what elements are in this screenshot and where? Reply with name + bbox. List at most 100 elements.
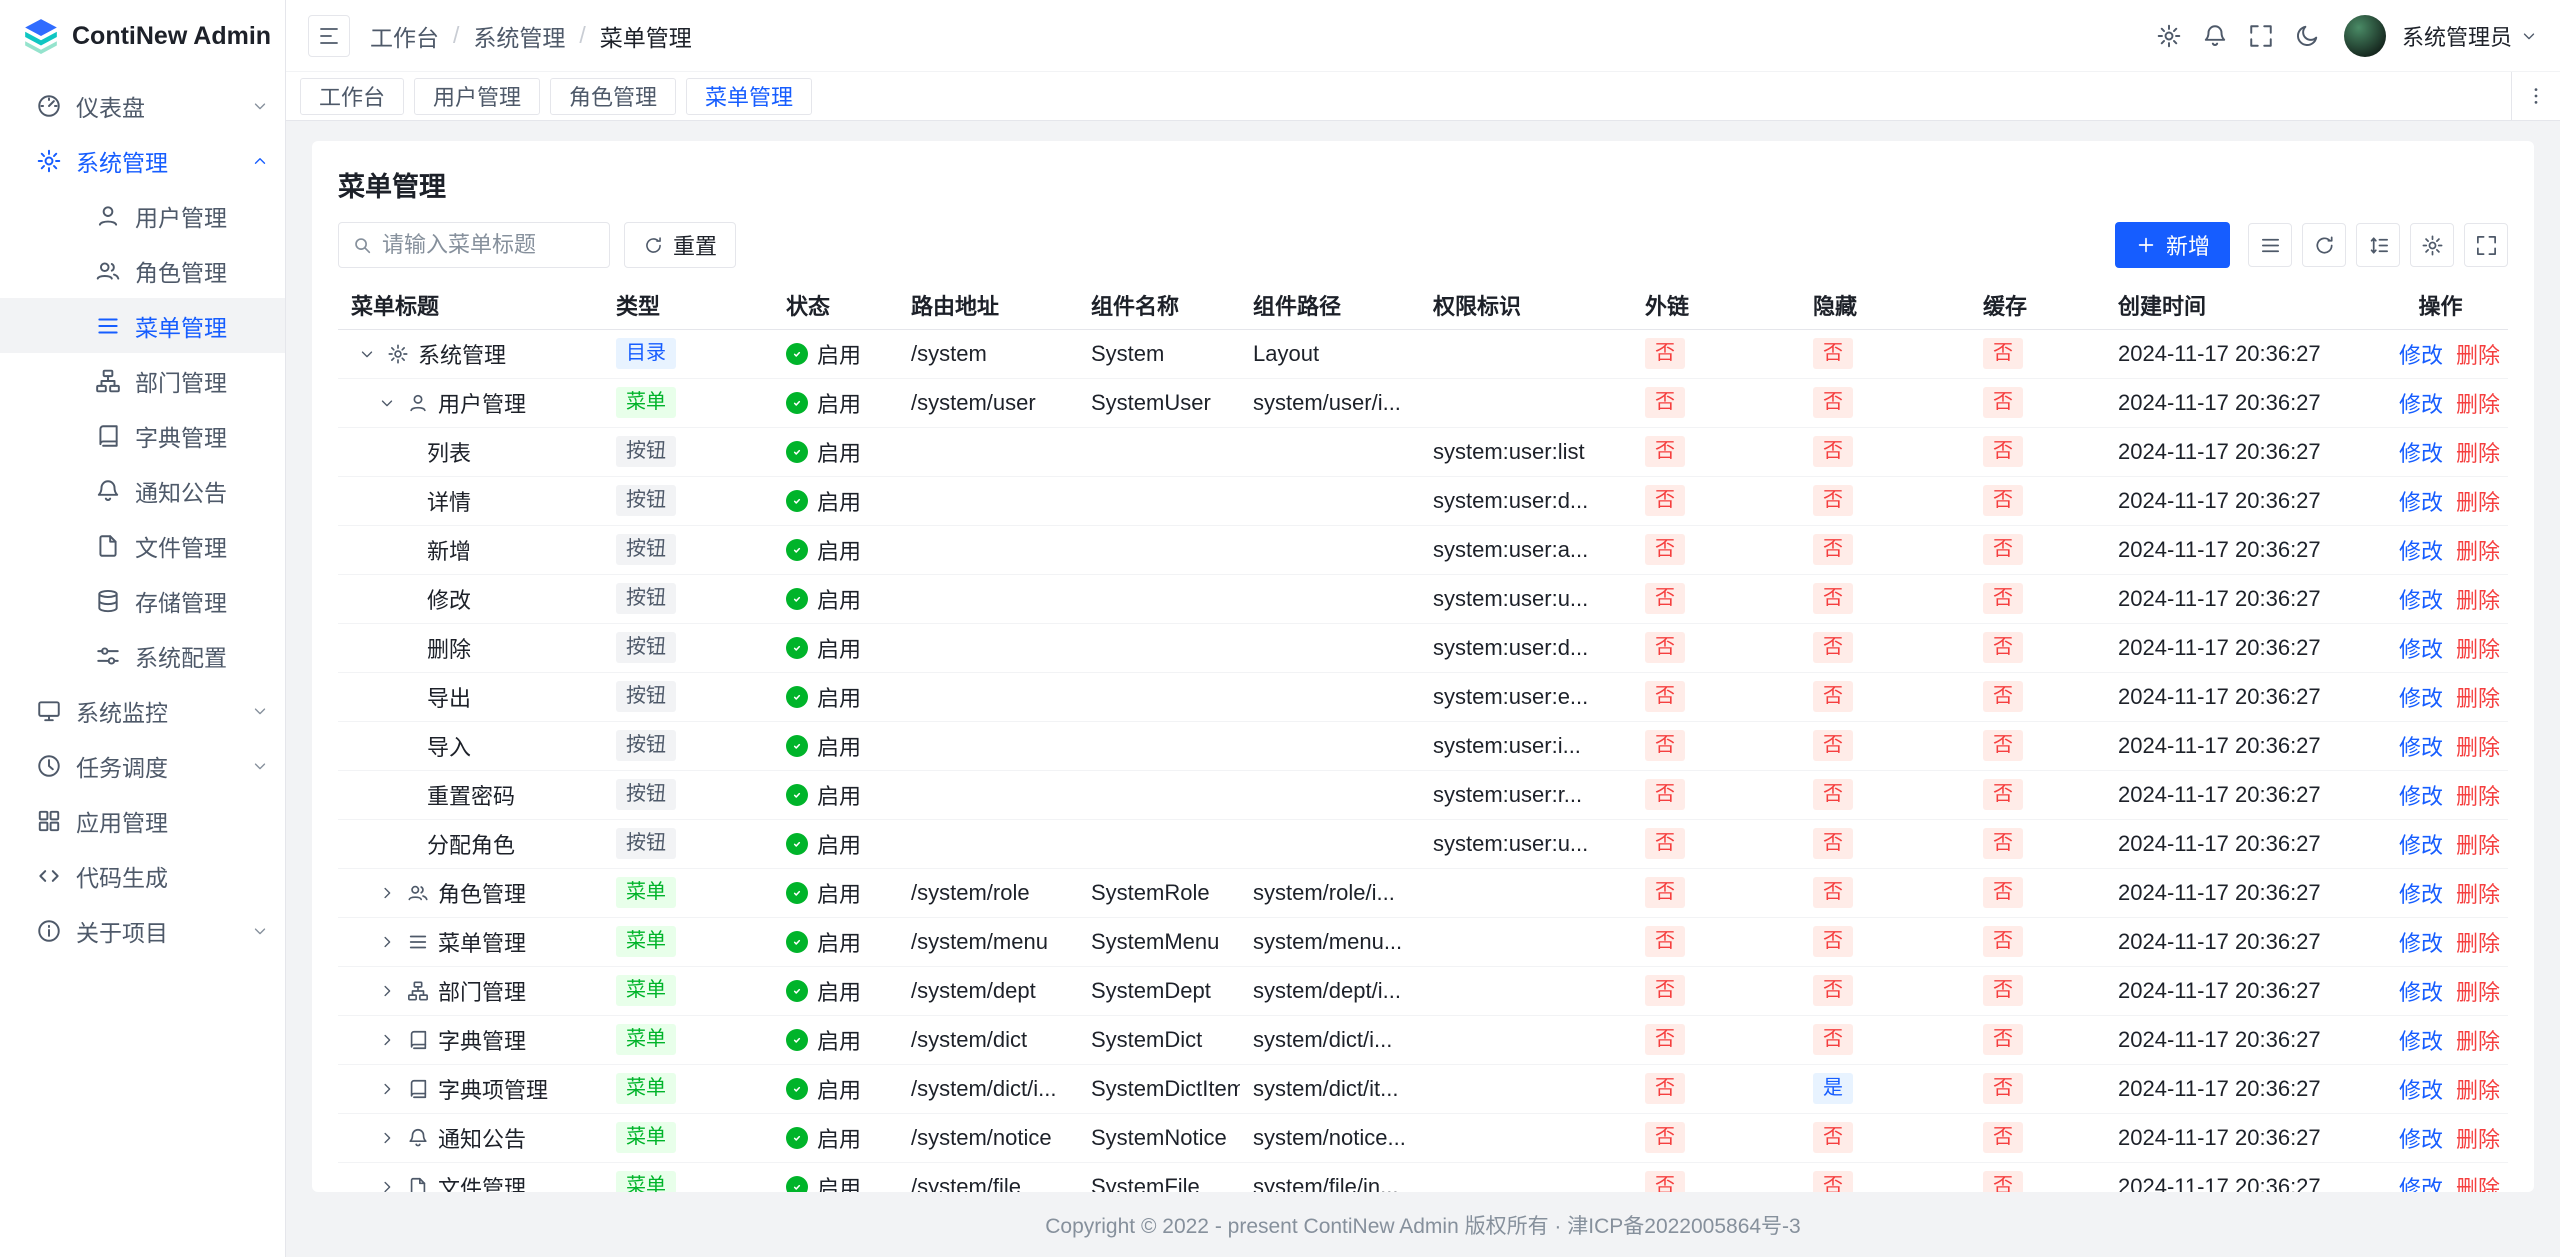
moon-icon	[2294, 23, 2320, 49]
sidebar-item-任务调度[interactable]: 任务调度	[0, 738, 285, 793]
edit-link[interactable]: 修改	[2399, 1176, 2443, 1193]
delete-link[interactable]: 删除	[2456, 1029, 2500, 1054]
edit-link[interactable]: 修改	[2399, 784, 2443, 809]
edit-link[interactable]: 修改	[2399, 686, 2443, 711]
status-enabled: 启用	[786, 877, 861, 909]
status-enabled: 启用	[786, 632, 861, 664]
row-height-button[interactable]	[2356, 223, 2400, 267]
edit-link[interactable]: 修改	[2399, 1078, 2443, 1103]
expand-row-icon[interactable]	[376, 931, 398, 953]
edit-link[interactable]: 修改	[2399, 1127, 2443, 1152]
tab-用户管理[interactable]: 用户管理	[414, 78, 540, 115]
delete-link[interactable]: 删除	[2456, 1078, 2500, 1103]
menu-title: 列表	[427, 436, 471, 468]
collapse-row-icon[interactable]	[376, 392, 398, 414]
delete-link[interactable]: 删除	[2456, 882, 2500, 907]
sidebar-item-文件管理[interactable]: 文件管理	[0, 518, 285, 573]
user-name[interactable]: 系统管理员	[2402, 20, 2512, 52]
edit-link[interactable]: 修改	[2399, 637, 2443, 662]
expand-row-icon[interactable]	[376, 1127, 398, 1149]
sidebar-item-关于项目[interactable]: 关于项目	[0, 903, 285, 958]
table-fullscreen-button[interactable]	[2464, 223, 2508, 267]
hidden-tag: 否	[1813, 436, 1853, 467]
delete-link[interactable]: 删除	[2456, 980, 2500, 1005]
delete-link[interactable]: 删除	[2456, 784, 2500, 809]
sidebar-item-应用管理[interactable]: 应用管理	[0, 793, 285, 848]
sidebar-item-系统监控[interactable]: 系统监控	[0, 683, 285, 738]
edit-link[interactable]: 修改	[2399, 539, 2443, 564]
fullscreen-button[interactable]	[2238, 13, 2284, 59]
search-input[interactable]	[382, 232, 597, 258]
sidebar-item-用户管理[interactable]: 用户管理	[0, 188, 285, 243]
sidebar-collapse-button[interactable]	[308, 15, 350, 57]
collapse-row-icon[interactable]	[356, 343, 378, 365]
delete-link[interactable]: 删除	[2456, 1127, 2500, 1152]
refresh-table-button[interactable]	[2302, 223, 2346, 267]
sidebar-item-存储管理[interactable]: 存储管理	[0, 573, 285, 628]
expand-row-icon[interactable]	[376, 1176, 398, 1193]
column-settings-button[interactable]	[2410, 223, 2454, 267]
breadcrumb-item[interactable]: 工作台	[370, 19, 439, 53]
tab-角色管理[interactable]: 角色管理	[550, 78, 676, 115]
expand-row-icon[interactable]	[376, 882, 398, 904]
edit-link[interactable]: 修改	[2399, 980, 2443, 1005]
component-name-cell: System	[1078, 329, 1240, 378]
route-path-cell: /system/file	[898, 1162, 1078, 1192]
avatar[interactable]	[2344, 15, 2386, 57]
breadcrumb-item[interactable]: 系统管理	[473, 19, 565, 53]
delete-link[interactable]: 删除	[2456, 539, 2500, 564]
sidebar-item-角色管理[interactable]: 角色管理	[0, 243, 285, 298]
edit-link[interactable]: 修改	[2399, 735, 2443, 760]
sidebar-item-系统配置[interactable]: 系统配置	[0, 628, 285, 683]
delete-link[interactable]: 删除	[2456, 490, 2500, 515]
check-circle-icon	[786, 588, 808, 610]
delete-link[interactable]: 删除	[2456, 735, 2500, 760]
logo[interactable]: ContiNew Admin	[0, 0, 285, 72]
dark-mode-button[interactable]	[2284, 13, 2330, 59]
sidebar-item-部门管理[interactable]: 部门管理	[0, 353, 285, 408]
delete-link[interactable]: 删除	[2456, 931, 2500, 956]
sidebar-item-仪表盘[interactable]: 仪表盘	[0, 78, 285, 133]
edit-link[interactable]: 修改	[2399, 1029, 2443, 1054]
edit-link[interactable]: 修改	[2399, 392, 2443, 417]
reset-button[interactable]: 重置	[624, 222, 736, 268]
chevron-down-icon[interactable]	[2520, 27, 2538, 45]
tab-工作台[interactable]: 工作台	[300, 78, 404, 115]
delete-link[interactable]: 删除	[2456, 1176, 2500, 1193]
delete-link[interactable]: 删除	[2456, 637, 2500, 662]
edit-link[interactable]: 修改	[2399, 931, 2443, 956]
edit-link[interactable]: 修改	[2399, 490, 2443, 515]
menu-title: 重置密码	[427, 779, 515, 811]
expand-row-icon[interactable]	[376, 1029, 398, 1051]
sidebar-item-菜单管理[interactable]: 菜单管理	[0, 298, 285, 353]
edit-link[interactable]: 修改	[2399, 441, 2443, 466]
edit-link[interactable]: 修改	[2399, 588, 2443, 613]
table-row: 字典项管理菜单启用/system/dict/i...SystemDictItem…	[338, 1064, 2508, 1113]
component-path-cell	[1240, 623, 1420, 672]
delete-link[interactable]: 删除	[2456, 343, 2500, 368]
delete-link[interactable]: 删除	[2456, 833, 2500, 858]
storage-icon	[95, 588, 121, 614]
expand-row-icon[interactable]	[376, 1078, 398, 1100]
sidebar-item-通知公告[interactable]: 通知公告	[0, 463, 285, 518]
edit-link[interactable]: 修改	[2399, 833, 2443, 858]
table-row: 导入按钮启用system:user:i...否否否2024-11-17 20:3…	[338, 721, 2508, 770]
delete-link[interactable]: 删除	[2456, 588, 2500, 613]
route-path-cell: /system/dict	[898, 1015, 1078, 1064]
expand-row-icon[interactable]	[376, 980, 398, 1002]
view-rows-button[interactable]	[2248, 223, 2292, 267]
edit-link[interactable]: 修改	[2399, 343, 2443, 368]
delete-link[interactable]: 删除	[2456, 686, 2500, 711]
check-circle-icon	[786, 539, 808, 561]
sidebar-item-系统管理[interactable]: 系统管理	[0, 133, 285, 188]
delete-link[interactable]: 删除	[2456, 392, 2500, 417]
delete-link[interactable]: 删除	[2456, 441, 2500, 466]
tab-more-button[interactable]	[2511, 72, 2560, 120]
notifications-button[interactable]	[2192, 13, 2238, 59]
tab-菜单管理[interactable]: 菜单管理	[686, 78, 812, 115]
sidebar-item-代码生成[interactable]: 代码生成	[0, 848, 285, 903]
settings-button[interactable]	[2146, 13, 2192, 59]
edit-link[interactable]: 修改	[2399, 882, 2443, 907]
sidebar-item-字典管理[interactable]: 字典管理	[0, 408, 285, 463]
add-button[interactable]: 新增	[2115, 222, 2230, 268]
